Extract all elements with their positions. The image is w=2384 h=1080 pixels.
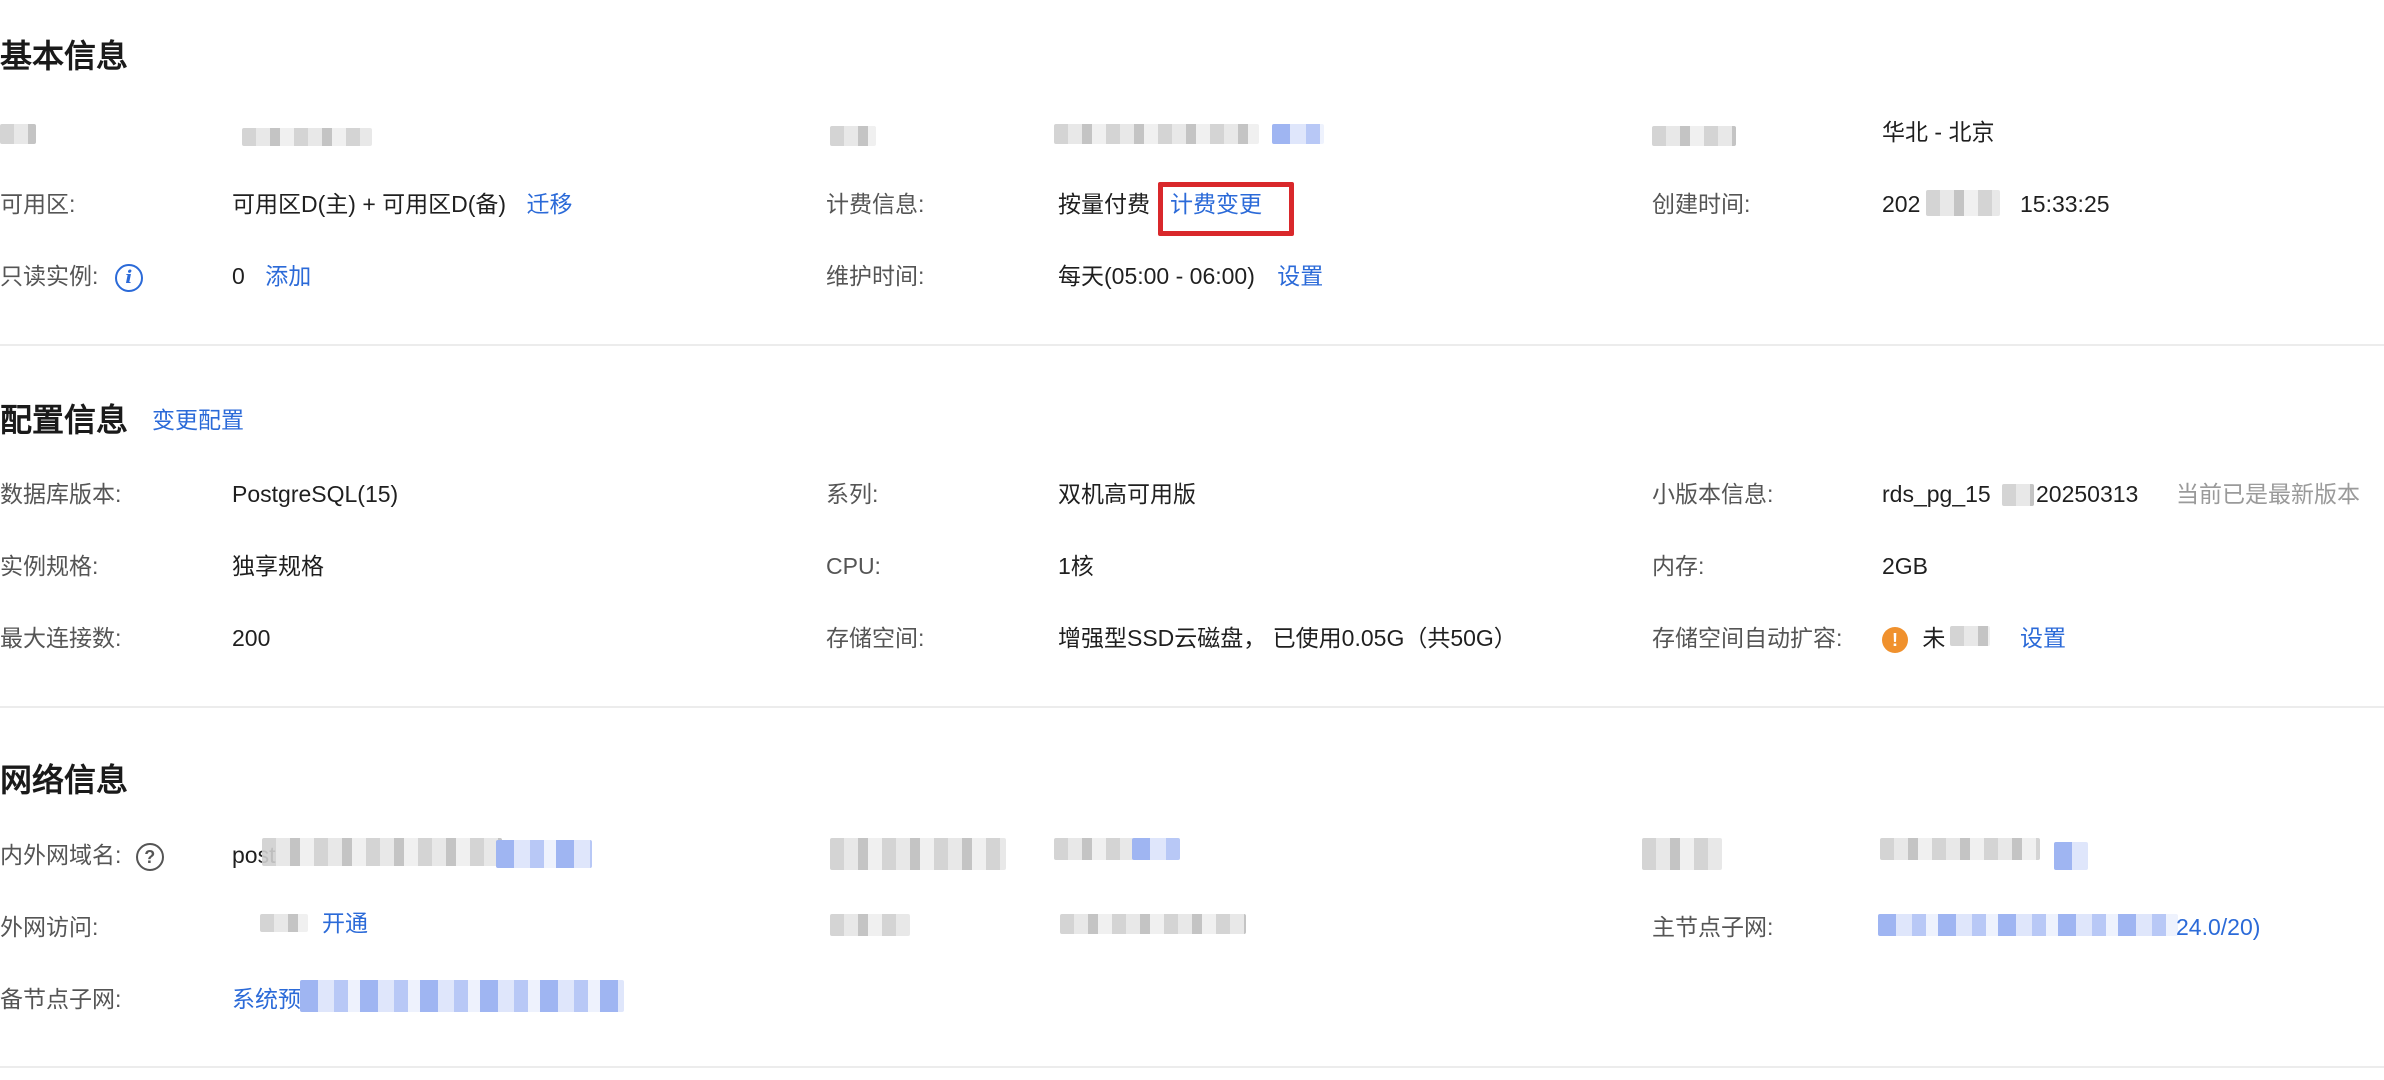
auto-expand-value: ! 未 — [1882, 623, 1945, 653]
primary-subnet-value[interactable]: 24.0/20) — [2176, 912, 2260, 942]
info-icon[interactable]: i — [114, 263, 143, 292]
series-label: 系列: — [826, 481, 879, 507]
maintenance-label: 维护时间: — [826, 263, 925, 289]
basic-info-title: 基本信息 — [0, 38, 129, 74]
copy-icon[interactable] — [2054, 842, 2088, 870]
zone-label: 可用区: — [0, 191, 76, 217]
minor-version-label: 小版本信息: — [1652, 481, 1774, 507]
db-version-value: PostgreSQL(15) — [232, 481, 399, 507]
network-info-title: 网络信息 — [0, 762, 129, 798]
latest-version-note: 当前已是最新版本 — [2176, 481, 2360, 507]
redacted-label — [0, 124, 36, 144]
memory-value: 2GB — [1882, 553, 1929, 579]
redacted-value — [1880, 838, 2040, 860]
warning-icon: ! — [1882, 626, 1908, 653]
divider — [0, 344, 2384, 346]
storage-label: 存储空间: — [826, 625, 925, 651]
readonly-count: 0 — [232, 263, 245, 289]
billing-value: 按量付费 — [1058, 191, 1150, 217]
enable-public-link[interactable]: 开通 — [322, 908, 368, 938]
readonly-label-text: 只读实例: — [0, 263, 99, 289]
minor-version-end: 20250313 — [2036, 481, 2139, 507]
redacted-subnet[interactable] — [300, 980, 624, 1012]
divider — [0, 1066, 2384, 1068]
migrate-link[interactable]: 迁移 — [526, 191, 572, 217]
redacted-label — [1642, 838, 1722, 870]
created-value-end: 15:33:25 — [2020, 191, 2110, 217]
minor-version-start: rds_pg_15 — [1882, 481, 1991, 507]
redacted-instance-name — [1054, 124, 1259, 144]
add-readonly-link[interactable]: 添加 — [265, 263, 311, 289]
db-version-label: 数据库版本: — [0, 481, 122, 507]
zone-text: 可用区D(主) + 可用区D(备) — [232, 191, 507, 217]
config-info-title: 配置信息 — [0, 402, 129, 438]
auto-expand-label: 存储空间自动扩容: — [1652, 625, 1843, 651]
spec-label: 实例规格: — [0, 553, 99, 579]
standby-subnet-value[interactable]: 系统预 — [232, 984, 301, 1014]
maintenance-text: 每天(05:00 - 06:00) — [1058, 263, 1255, 289]
redacted-status — [1950, 626, 1990, 646]
redacted-value — [1060, 914, 1246, 934]
redacted-domain-action[interactable] — [496, 840, 592, 868]
redacted-subnet[interactable] — [1878, 914, 2178, 936]
billing-label: 计费信息: — [826, 191, 925, 217]
maintenance-set-link[interactable]: 设置 — [1277, 263, 1323, 289]
redacted-label — [1652, 126, 1736, 146]
redacted-instance-id — [242, 128, 372, 146]
redacted-label — [830, 914, 910, 936]
cpu-label: CPU: — [826, 553, 881, 579]
redacted-label — [830, 126, 876, 146]
memory-label: 内存: — [1652, 553, 1705, 579]
redacted-date — [1926, 190, 2000, 216]
primary-subnet-label: 主节点子网: — [1652, 914, 1774, 940]
change-config-link[interactable]: 变更配置 — [152, 405, 244, 435]
cpu-value: 1核 — [1058, 553, 1094, 579]
auto-expand-status: 未 — [1922, 625, 1946, 651]
redacted-edit-link[interactable] — [1272, 124, 1324, 144]
zone-value: 可用区D(主) + 可用区D(备) 迁移 — [232, 189, 572, 219]
redacted-link[interactable] — [1132, 838, 1180, 860]
billing-change-link[interactable]: 计费变更 — [1170, 189, 1262, 219]
storage-value: 增强型SSD云磁盘， 已使用0.05G（共50G） — [1058, 625, 1517, 651]
auto-expand-set-link[interactable]: 设置 — [2020, 623, 2066, 653]
domain-label-text: 内外网域名: — [0, 842, 122, 868]
instance-detail-page: 基本信息 华北 - 北京 可用区: 可用区D(主) + 可用区D(备) 迁移 计… — [0, 0, 2384, 1080]
redacted-domain — [262, 838, 502, 866]
max-conn-value: 200 — [232, 625, 271, 651]
created-value-start: 202 — [1882, 191, 1921, 217]
help-icon[interactable]: ? — [135, 842, 164, 871]
redacted-version — [2002, 484, 2034, 506]
divider — [0, 706, 2384, 708]
created-label: 创建时间: — [1652, 191, 1751, 217]
max-conn-label: 最大连接数: — [0, 625, 122, 651]
maintenance-value: 每天(05:00 - 06:00) 设置 — [1058, 261, 1323, 291]
redacted-status — [260, 914, 308, 932]
series-value: 双机高可用版 — [1058, 481, 1196, 507]
public-access-label: 外网访问: — [0, 914, 99, 940]
readonly-label: 只读实例: i — [0, 261, 143, 292]
standby-subnet-label: 备节点子网: — [0, 986, 122, 1012]
domain-label: 内外网域名: ? — [0, 840, 164, 871]
redacted-label — [830, 838, 1006, 870]
redacted-value — [1054, 838, 1134, 860]
readonly-value: 0 添加 — [232, 261, 311, 291]
region-value: 华北 - 北京 — [1882, 119, 1995, 145]
spec-value: 独享规格 — [232, 553, 324, 579]
